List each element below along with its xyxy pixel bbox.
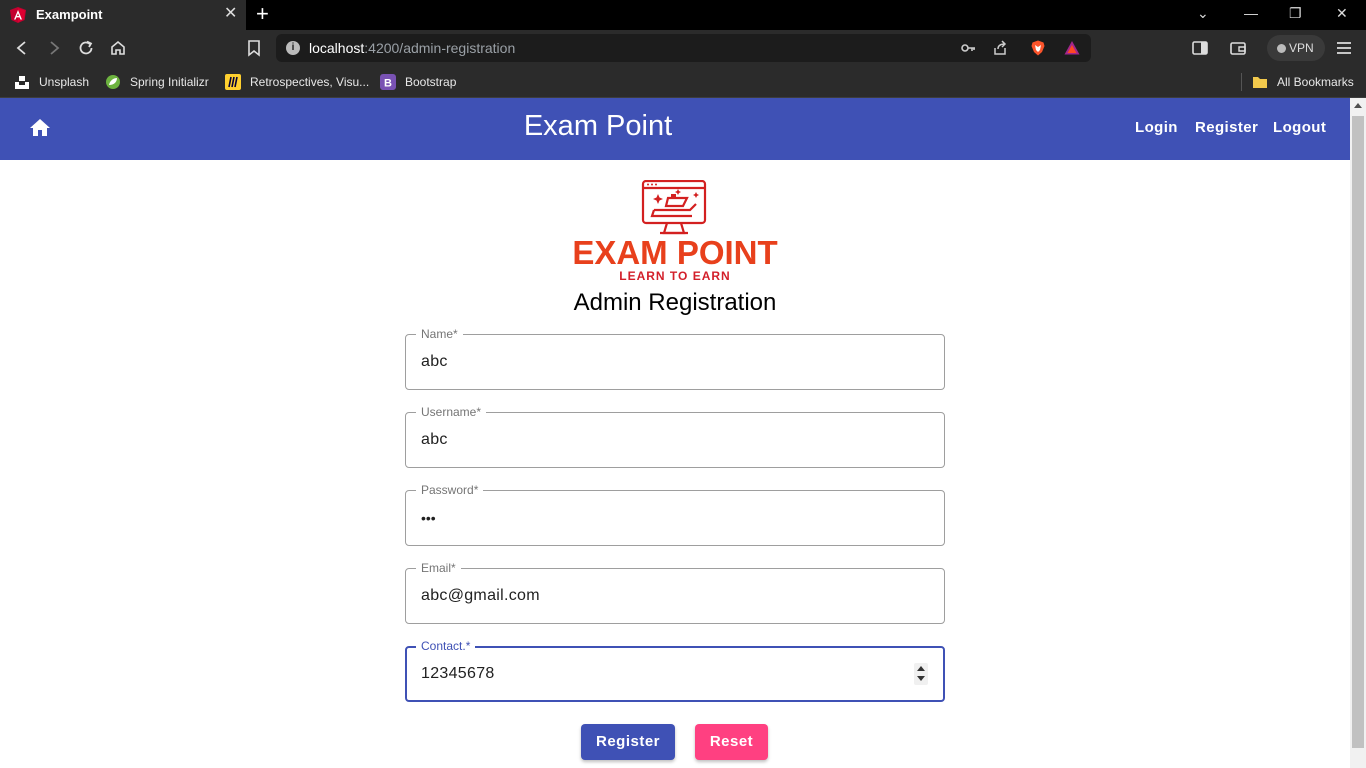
- menu-icon[interactable]: [1334, 38, 1354, 58]
- password-field-label: Password*: [416, 483, 484, 497]
- miro-icon: [225, 74, 241, 90]
- register-button[interactable]: Register: [581, 724, 675, 760]
- logo-tagline: LEARN TO EARN: [619, 269, 730, 282]
- page-scrollbar[interactable]: [1350, 98, 1366, 768]
- app-title: Exam Point: [523, 110, 673, 142]
- contact-input[interactable]: 12345678: [421, 665, 495, 683]
- bookmark-spring-initializr[interactable]: Spring Initializr: [105, 73, 209, 91]
- browser-titlebar: Exampoint ✕ + ⌄ — ❐ ✕: [0, 0, 1366, 30]
- tab-search-icon[interactable]: ⌄: [1197, 5, 1209, 22]
- svg-text:B: B: [384, 78, 392, 90]
- bookmark-label: Unsplash: [39, 75, 90, 89]
- reload-icon[interactable]: [76, 38, 96, 58]
- minimize-icon[interactable]: —: [1244, 5, 1258, 21]
- reset-button[interactable]: Reset: [695, 724, 768, 760]
- home-icon[interactable]: [108, 38, 128, 58]
- email-field-label: Email*: [416, 561, 461, 575]
- unsplash-icon: [15, 76, 29, 89]
- username-field[interactable]: Username* abc: [405, 405, 945, 468]
- spring-icon: [106, 75, 120, 89]
- number-stepper[interactable]: [914, 663, 928, 685]
- browser-tab-exampoint[interactable]: Exampoint ✕: [0, 0, 246, 30]
- tab-close-icon[interactable]: ✕: [224, 6, 237, 22]
- name-field[interactable]: Name* abc: [405, 327, 945, 390]
- bookmark-icon[interactable]: [244, 38, 264, 58]
- key-icon[interactable]: [960, 40, 976, 56]
- tab-title: Exampoint: [36, 7, 103, 22]
- browser-toolbar: i localhost:4200/admin-registration VPN: [0, 30, 1366, 66]
- all-bookmarks-label: All Bookmarks: [1277, 75, 1354, 89]
- bookmark-label: Bootstrap: [405, 75, 457, 89]
- brave-rewards-icon[interactable]: [1064, 40, 1080, 56]
- name-field-label: Name*: [416, 327, 463, 341]
- logout-link[interactable]: Logout: [1273, 119, 1326, 136]
- bootstrap-icon: B: [380, 74, 396, 90]
- address-bar[interactable]: i localhost:4200/admin-registration: [276, 34, 1091, 62]
- bookmark-unsplash[interactable]: Unsplash: [14, 73, 89, 91]
- register-link[interactable]: Register: [1195, 119, 1258, 136]
- close-window-icon[interactable]: ✕: [1336, 5, 1348, 22]
- all-bookmarks[interactable]: All Bookmarks: [1252, 73, 1354, 91]
- vpn-status-icon: [1277, 44, 1286, 53]
- sidebar-icon[interactable]: [1190, 38, 1210, 58]
- vpn-button[interactable]: VPN: [1267, 35, 1325, 61]
- new-tab-button[interactable]: +: [256, 3, 269, 25]
- username-field-label: Username*: [416, 405, 487, 419]
- brave-shields-icon[interactable]: [1030, 40, 1046, 56]
- maximize-icon[interactable]: ❐: [1289, 5, 1302, 22]
- angular-favicon-icon: [10, 7, 26, 23]
- stepper-down-icon[interactable]: [917, 676, 925, 681]
- bookmark-bootstrap[interactable]: B Bootstrap: [380, 73, 456, 91]
- forward-icon[interactable]: [44, 38, 64, 58]
- scroll-up-icon[interactable]: [1354, 103, 1362, 108]
- app-toolbar: Exam Point Login Register Logout: [0, 98, 1350, 160]
- vpn-label: VPN: [1289, 41, 1314, 55]
- email-field[interactable]: Email* abc@gmail.com: [405, 561, 945, 624]
- contact-field-label: Contact.*: [416, 639, 476, 653]
- bookmark-label: Retrospectives, Visu...: [250, 75, 370, 89]
- bookmark-miro[interactable]: Retrospectives, Visu...: [225, 73, 369, 91]
- exam-point-logo: EXAM POINT LEARN TO EARN: [572, 180, 778, 282]
- contact-field[interactable]: Contact.* 12345678: [405, 639, 945, 702]
- password-input[interactable]: •••: [421, 510, 436, 526]
- share-icon[interactable]: [992, 40, 1008, 56]
- folder-icon: [1253, 77, 1267, 88]
- email-input[interactable]: abc@gmail.com: [421, 587, 540, 605]
- bookmarks-divider: [1241, 73, 1242, 91]
- password-field[interactable]: Password* •••: [405, 483, 945, 546]
- scroll-thumb[interactable]: [1352, 116, 1364, 748]
- login-link[interactable]: Login: [1135, 119, 1178, 136]
- name-input[interactable]: abc: [421, 353, 448, 371]
- page-viewport: Exam Point Login Register Logout EXAM PO…: [0, 98, 1366, 768]
- bookmark-label: Spring Initializr: [130, 75, 209, 89]
- stepper-up-icon[interactable]: [917, 666, 925, 671]
- url-text[interactable]: localhost:4200/admin-registration: [309, 40, 515, 56]
- username-input[interactable]: abc: [421, 431, 448, 449]
- back-icon[interactable]: [12, 38, 32, 58]
- page-title: Admin Registration: [573, 289, 777, 316]
- bookmarks-bar: Unsplash Spring Initializr Retrospective…: [0, 66, 1366, 98]
- wallet-icon[interactable]: [1228, 38, 1248, 58]
- site-info-icon[interactable]: i: [286, 41, 300, 55]
- logo-wordmark: EXAM POINT: [572, 234, 777, 271]
